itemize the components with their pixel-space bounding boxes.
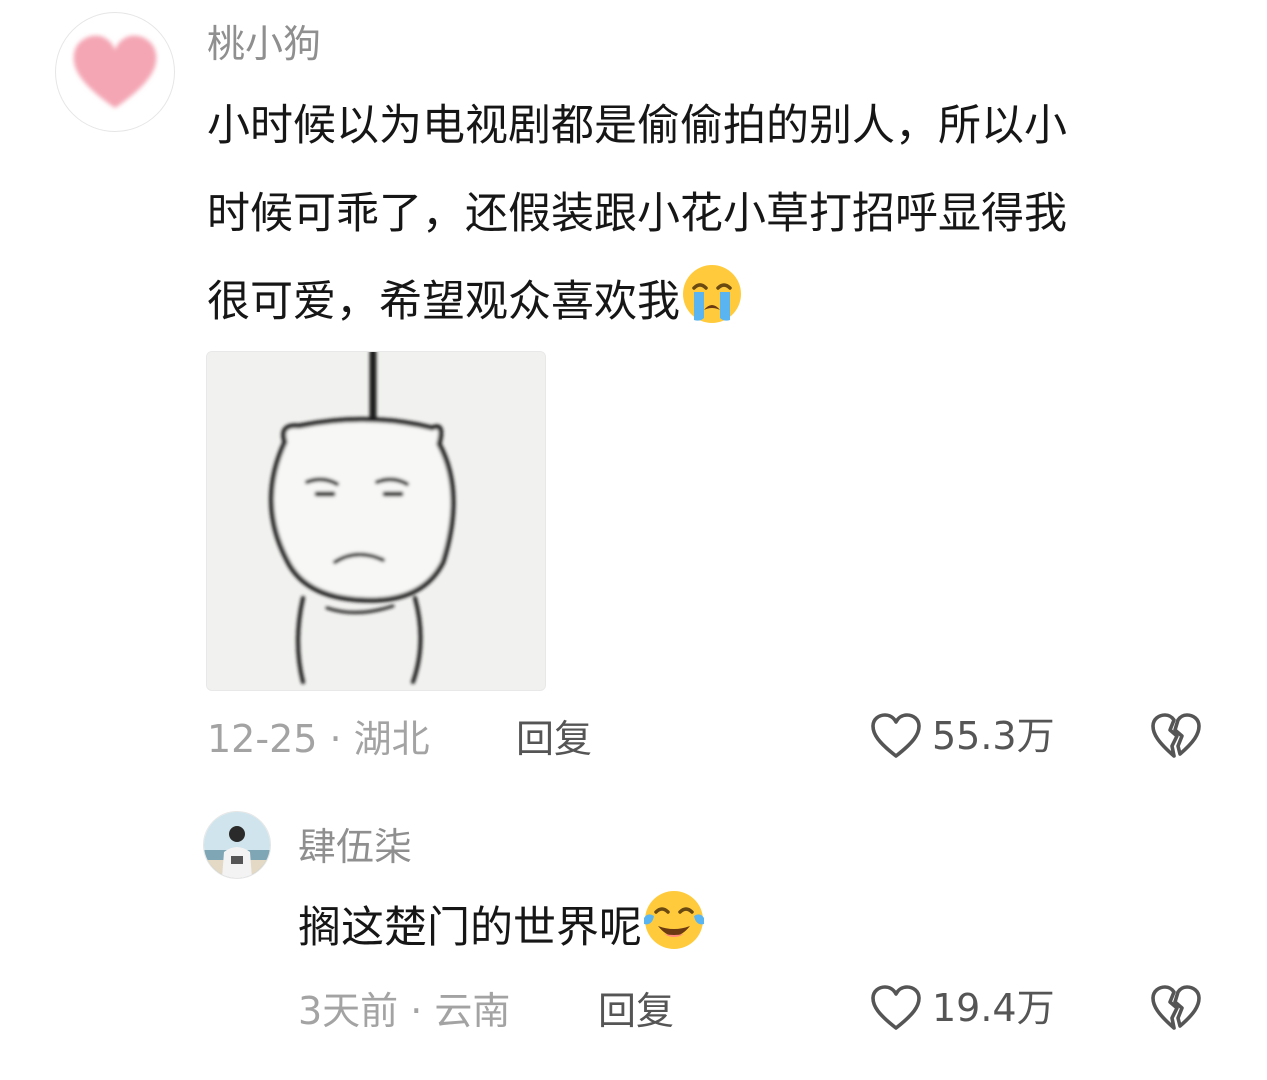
meme-sticker-image[interactable] bbox=[206, 351, 546, 691]
reply-text: 搁这楚门的世界呢 bbox=[298, 884, 706, 972]
pink-heart-icon bbox=[73, 35, 157, 108]
comment-date-location: 12-25 · 湖北 bbox=[207, 717, 430, 761]
comment-text-line: 时候可乖了，还假装跟小花小草打招呼显得我 bbox=[207, 189, 1067, 239]
like-count: 19.4万 bbox=[932, 986, 1055, 1030]
reply-date-location: 3天前 · 云南 bbox=[298, 989, 511, 1033]
like-button[interactable]: 55.3万 bbox=[870, 712, 1055, 760]
reply-username[interactable]: 肆伍柒 bbox=[298, 828, 412, 866]
tears-of-joy-icon bbox=[642, 888, 706, 952]
like-button[interactable]: 19.4万 bbox=[870, 984, 1055, 1032]
reply-button[interactable]: 回复 bbox=[516, 720, 592, 758]
avatar[interactable] bbox=[203, 811, 271, 879]
like-count: 55.3万 bbox=[932, 714, 1055, 758]
comment-text: 小时候以为电视剧都是偷偷拍的别人，所以小 时候可乖了，还假装跟小花小草打招呼显得… bbox=[207, 82, 1247, 346]
crying-face-icon bbox=[680, 262, 744, 326]
dislike-button[interactable] bbox=[1150, 984, 1202, 1036]
avatar[interactable] bbox=[55, 12, 175, 132]
reply-button[interactable]: 回复 bbox=[598, 992, 674, 1030]
dislike-button[interactable] bbox=[1150, 712, 1202, 764]
broken-heart-icon bbox=[1151, 985, 1201, 1030]
heart-outline-icon bbox=[871, 713, 921, 758]
comment-text-line: 很可爱，希望观众喜欢我 bbox=[207, 258, 1247, 346]
comment-text-line: 小时候以为电视剧都是偷偷拍的别人，所以小 bbox=[207, 101, 1067, 151]
broken-heart-icon bbox=[1151, 713, 1201, 758]
comment-username[interactable]: 桃小狗 bbox=[207, 25, 321, 63]
heart-outline-icon bbox=[871, 985, 921, 1030]
